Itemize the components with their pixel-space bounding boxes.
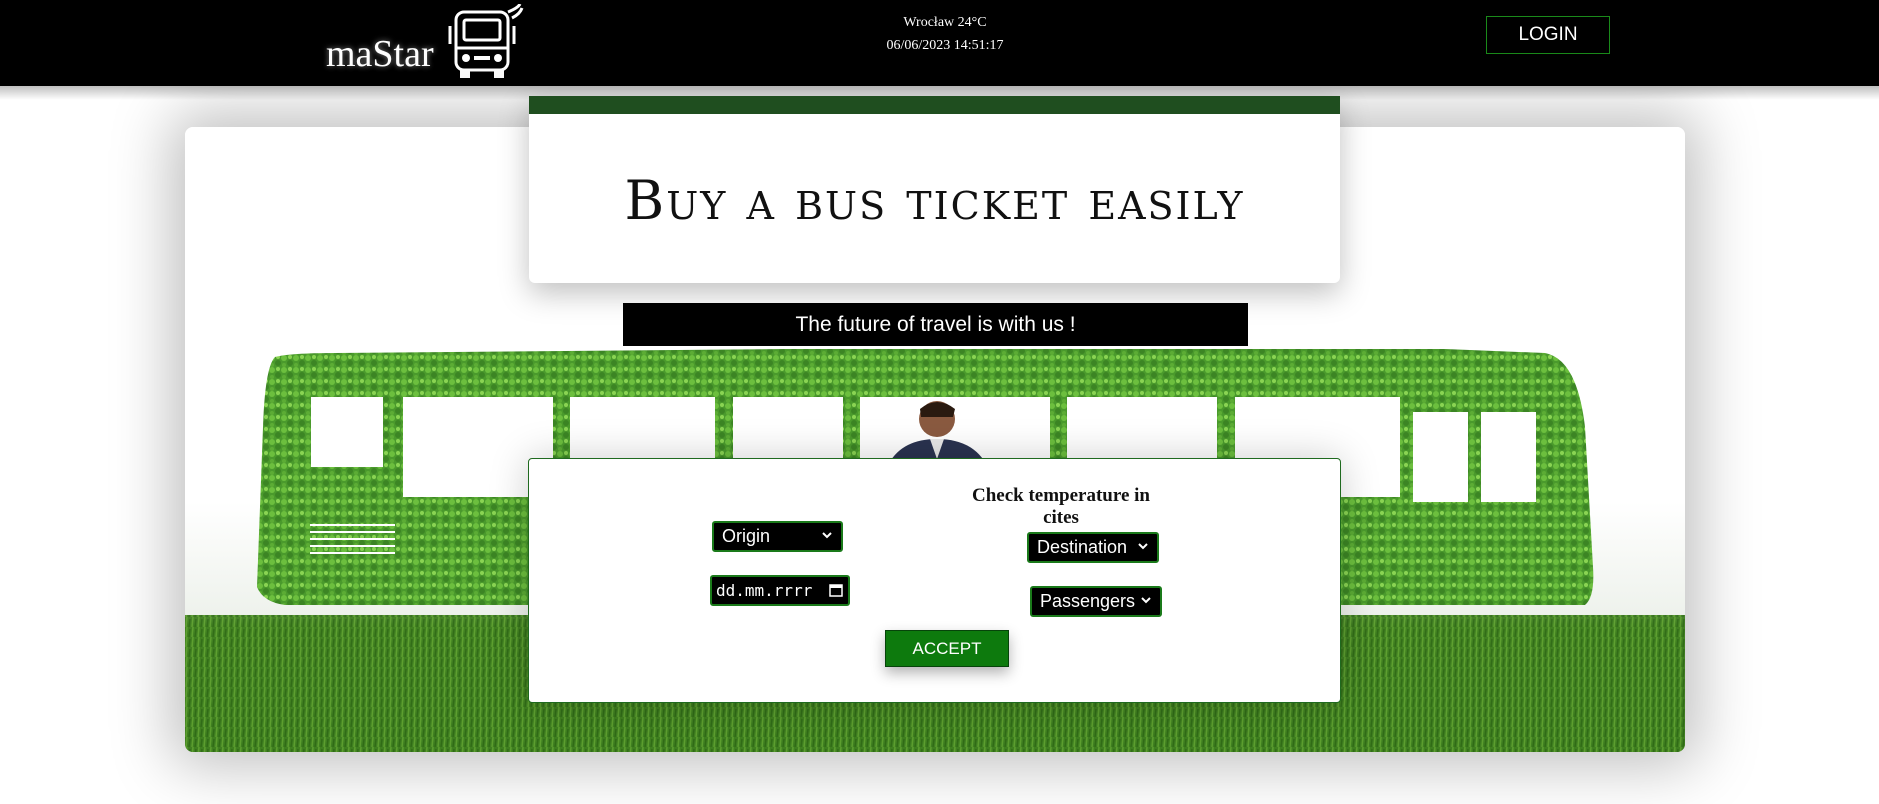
calendar-icon[interactable]	[829, 583, 843, 597]
title-card: Buy a bus ticket easily	[529, 96, 1340, 283]
form-heading: Check temperature in cites	[971, 485, 1150, 528]
passengers-select[interactable]: Passengers	[1030, 586, 1162, 617]
weather-text: Wrocław 24°C	[903, 15, 987, 30]
top-header: maStar Wrocław 24°C 06/06/2023 14:51:17 …	[0, 0, 1879, 100]
origin-select[interactable]: Origin	[712, 521, 843, 552]
title-accent-bar	[529, 96, 1340, 114]
brand[interactable]: maStar	[326, 4, 526, 82]
chevron-down-icon	[1140, 593, 1152, 610]
destination-select[interactable]: Destination	[1027, 532, 1159, 563]
accept-button[interactable]: ACCEPT	[885, 630, 1009, 667]
chevron-down-icon	[1137, 539, 1149, 556]
brand-name: maStar	[326, 33, 434, 75]
bus-logo-icon	[448, 4, 524, 78]
weather-datetime: Wrocław 24°C 06/06/2023 14:51:17	[845, 11, 1045, 57]
travel-date-input[interactable]: dd.mm.rrrr	[710, 575, 850, 606]
datetime-text: 06/06/2023 14:51:17	[886, 38, 1004, 53]
login-button[interactable]: LOGIN	[1486, 16, 1610, 54]
destination-select-value: Destination	[1037, 537, 1128, 557]
chevron-down-icon	[821, 528, 833, 545]
passengers-select-value: Passengers	[1040, 591, 1136, 611]
date-placeholder: dd.mm.rrrr	[716, 581, 813, 600]
ticket-search-form: Check temperature in cites Origin Destin…	[528, 458, 1341, 703]
tagline: The future of travel is with us !	[623, 303, 1248, 346]
origin-select-value: Origin	[722, 526, 771, 546]
page-title: Buy a bus ticket easily	[624, 169, 1245, 232]
